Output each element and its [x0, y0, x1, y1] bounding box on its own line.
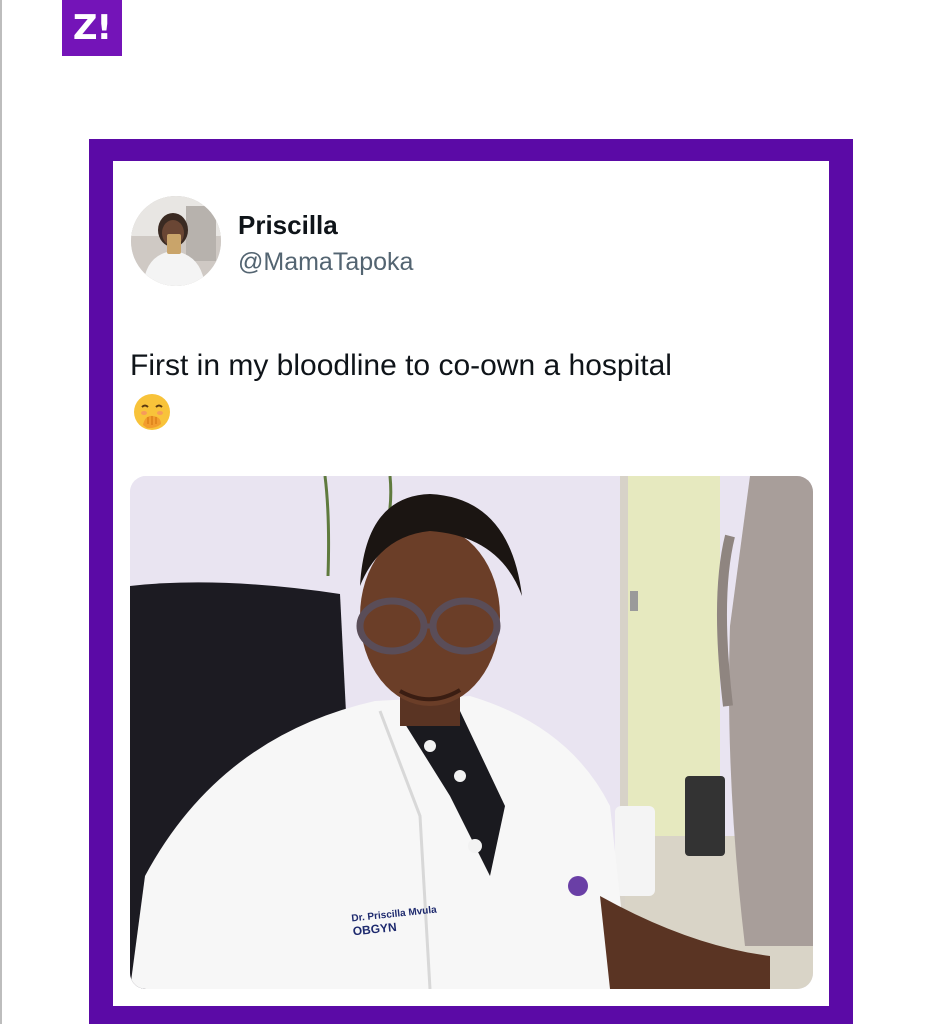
face-with-hand-over-mouth-icon: [131, 391, 173, 433]
tweet-text: First in my bloodline to co-own a hospit…: [130, 349, 672, 382]
tweet-card: Priscilla @MamaTapoka First in my bloodl…: [113, 161, 829, 1006]
avatar[interactable]: [131, 196, 221, 286]
user-handle[interactable]: @MamaTapoka: [238, 248, 413, 277]
brand-logo[interactable]: Z!: [62, 0, 122, 56]
tweet-photo[interactable]: Dr. Priscilla Mvula OBGYN: [130, 476, 813, 989]
avatar-image: [131, 196, 221, 286]
doctor-selfie-image: [130, 476, 813, 989]
page-edge-divider: [0, 0, 2, 1024]
display-name[interactable]: Priscilla: [238, 210, 338, 241]
brand-logo-text: Z!: [72, 8, 112, 48]
